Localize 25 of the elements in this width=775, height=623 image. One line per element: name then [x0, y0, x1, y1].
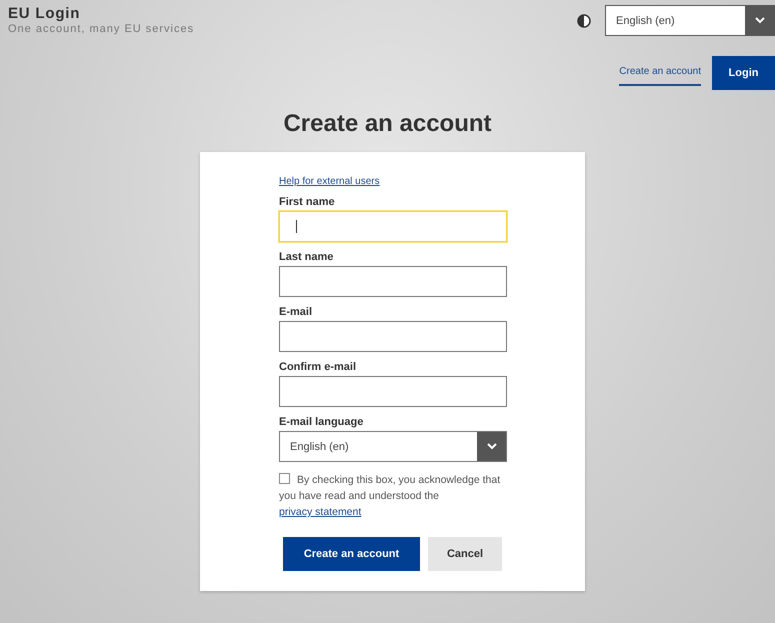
app-tagline: One account, many EU services	[8, 23, 194, 35]
consent-checkbox[interactable]	[279, 473, 290, 484]
login-button[interactable]: Login	[712, 56, 775, 90]
text-cursor	[296, 220, 297, 233]
create-account-link[interactable]: Create an account	[619, 60, 701, 86]
privacy-statement-link[interactable]: privacy statement	[279, 506, 362, 518]
help-link[interactable]: Help for external users	[279, 176, 380, 187]
cancel-button[interactable]: Cancel	[428, 537, 502, 571]
input-field[interactable]	[279, 321, 507, 352]
app-title: EU Login	[8, 5, 82, 22]
field-label: E-mail language	[279, 416, 364, 428]
chevron-down-icon	[754, 17, 764, 24]
email-language-select[interactable]: English (en)	[279, 431, 507, 462]
input-field[interactable]	[279, 376, 507, 407]
language-select[interactable]: English (en)	[605, 5, 775, 36]
contrast-icon[interactable]	[577, 14, 591, 28]
create-account-button[interactable]: Create an account	[283, 537, 420, 571]
consent-text: By checking this box, you acknowledge that you have read and understood the privacy statement	[279, 472, 502, 520]
field-label: Last name	[279, 251, 334, 263]
field-label: E-mail	[279, 306, 314, 318]
field-label: Confirm e-mail	[279, 361, 358, 373]
page-heading: Create an account	[282, 110, 493, 138]
field-label: First name	[279, 196, 336, 208]
input-field[interactable]	[279, 266, 507, 297]
chevron-down-icon	[486, 443, 496, 450]
